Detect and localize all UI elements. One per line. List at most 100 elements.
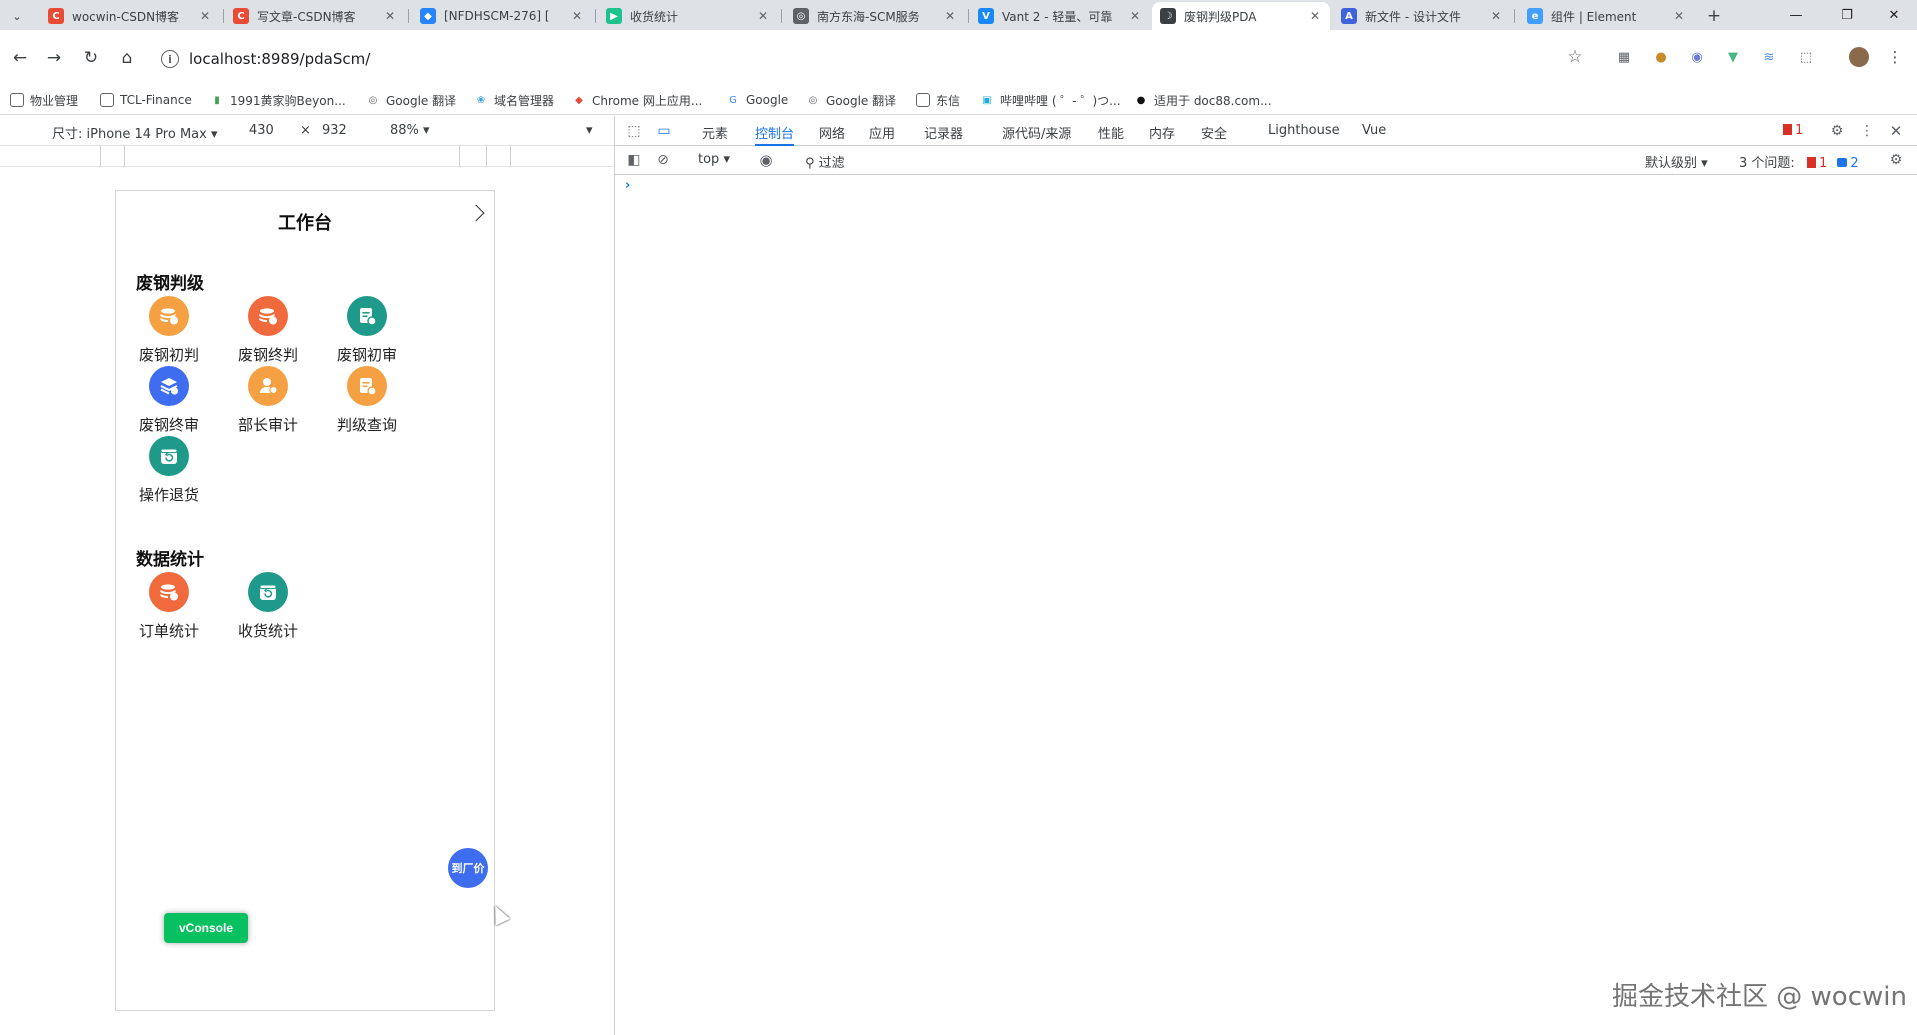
bookmark-item[interactable]: ▮ 1991黄家驹Beyon... <box>210 91 345 109</box>
device-height-input[interactable]: 932 <box>322 123 347 138</box>
watermark: 掘金技术社区 @ wocwin <box>1612 982 1907 1012</box>
grid-menu-item[interactable]: 废钢初判 <box>119 296 219 376</box>
return-box-icon <box>149 436 189 476</box>
bookmark-item[interactable]: ▣ 哔哩哔哩 ( ゜- ゜)つ... <box>980 91 1120 109</box>
browser-tab[interactable]: A 新文件 - 设计文件 ✕ <box>1333 2 1511 30</box>
bookmark-item[interactable]: 东信 <box>916 91 960 109</box>
tab-search-button[interactable]: ⌄ <box>6 5 28 27</box>
close-tab-icon[interactable]: ✕ <box>1128 9 1142 23</box>
grid-menu-item[interactable]: 部长审计 <box>218 366 318 446</box>
devtools-tab[interactable]: 记录器 <box>924 116 963 146</box>
bookmark-item[interactable]: ◆ Chrome 网上应用... <box>572 91 702 109</box>
bookmark-item[interactable]: TCL-Finance <box>100 91 192 109</box>
bookmark-item[interactable]: G Google <box>726 91 788 109</box>
device-width-input[interactable]: 430 <box>249 123 274 138</box>
grid-menu-item[interactable]: 订单统计 <box>119 572 219 652</box>
devtools-tab[interactable]: 内存 <box>1149 116 1175 146</box>
close-tab-icon[interactable]: ✕ <box>1489 9 1503 23</box>
browser-tab[interactable]: e 组件 | Element ✕ <box>1519 2 1694 30</box>
error-counter[interactable]: 1 <box>1783 116 1803 146</box>
context-select[interactable]: top ▾ <box>698 152 730 167</box>
extension-icon[interactable]: ● <box>1651 47 1671 67</box>
restore-button[interactable]: ❐ <box>1824 0 1870 30</box>
back-button[interactable]: ← <box>6 44 34 72</box>
console-output[interactable]: › <box>615 175 1917 1035</box>
issues-counter[interactable]: 3 个问题: 1 2 <box>1739 152 1859 171</box>
sidebar-toggle-icon[interactable]: ◧ <box>625 151 643 169</box>
browser-tab[interactable]: Cwocwin-CSDN博客 ✕ <box>40 2 220 30</box>
devtools-tab[interactable]: 网络 <box>819 116 845 146</box>
close-tab-icon[interactable]: ✕ <box>756 9 770 23</box>
minimize-button[interactable]: — <box>1773 0 1819 30</box>
close-tab-icon[interactable]: ✕ <box>1672 9 1686 23</box>
devtools-tab[interactable]: 应用 <box>869 116 895 146</box>
devtools-settings-icon[interactable]: ⚙ <box>1828 122 1846 140</box>
clear-console-icon[interactable]: ⊘ <box>654 151 672 169</box>
bookmark-item[interactable]: ◎ Google 翻译 <box>806 91 897 109</box>
browser-tab[interactable]: ◆ [NFDHSCM-276] [✕ <box>412 2 592 30</box>
devtools-more-icon[interactable]: ⋮ <box>1858 122 1876 140</box>
close-tab-icon[interactable]: ✕ <box>383 9 397 23</box>
stack-icon <box>149 366 189 406</box>
console-filter-input[interactable]: ⚲ 过滤 <box>805 152 845 171</box>
jira-icon: ◆ <box>420 8 436 24</box>
inspect-element-icon[interactable]: ⬚ <box>625 122 643 140</box>
device-more-dropdown[interactable]: ▾ <box>586 123 593 138</box>
factory-price-button[interactable]: 到厂价 <box>448 848 488 888</box>
browser-menu-icon[interactable]: ⋮ <box>1885 47 1905 67</box>
home-button[interactable]: ⌂ <box>113 44 141 72</box>
browser-tab[interactable]: ◎ 南方东海-SCM服务 ✕ <box>785 2 965 30</box>
close-tab-icon[interactable]: ✕ <box>943 9 957 23</box>
devtools-tab[interactable]: Lighthouse <box>1268 116 1340 146</box>
console-prompt[interactable]: › <box>625 178 630 193</box>
devtools-tab[interactable]: Vue <box>1362 116 1386 146</box>
new-tab-button[interactable]: + <box>1703 5 1725 27</box>
qr-extension-icon[interactable]: ▦ <box>1614 47 1634 67</box>
extensions-puzzle-icon[interactable]: ⬚ <box>1796 47 1816 67</box>
extension-icon[interactable]: ≋ <box>1759 47 1779 67</box>
console-settings-icon[interactable]: ⚙ <box>1887 151 1905 169</box>
grid-item-label: 废钢初判 <box>138 346 199 364</box>
browser-tab[interactable]: V Vant 2 - 轻量、可靠 ✕ <box>970 2 1150 30</box>
bookmark-star-icon[interactable]: ☆ <box>1565 47 1585 67</box>
bookmark-item[interactable]: 物业管理 <box>10 91 78 109</box>
profile-avatar[interactable] <box>1849 47 1869 67</box>
grid-menu-item[interactable]: 判级查询 <box>317 366 417 446</box>
devtools-tab[interactable]: 源代码/来源 <box>1002 116 1071 146</box>
bookmark-item[interactable]: ● 适用于 doc88.com... <box>1134 91 1272 109</box>
bookmark-item[interactable]: ◎ Google 翻译 <box>366 91 457 109</box>
browser-tab[interactable]: ☽ 废钢判级PDA ✕ <box>1152 2 1330 30</box>
grid-menu-item[interactable]: 收货统计 <box>218 572 318 652</box>
device-size-select[interactable]: 尺寸: iPhone 14 Pro Max ▾ <box>52 123 218 142</box>
forward-button[interactable]: → <box>40 44 68 72</box>
devtools-tab[interactable]: 性能 <box>1098 116 1124 146</box>
vconsole-button[interactable]: vConsole <box>164 913 248 943</box>
reload-button[interactable]: ↻ <box>77 44 105 72</box>
address-url[interactable]: localhost:8989/pdaScm/ <box>189 50 370 68</box>
globe-icon: ◎ <box>793 8 809 24</box>
close-tab-icon[interactable]: ✕ <box>198 9 212 23</box>
grid-menu-item[interactable]: 废钢初审 <box>317 296 417 376</box>
grid-menu-item[interactable]: 废钢终判 <box>218 296 318 376</box>
browser-tab[interactable]: ▶ 收货统计 ✕ <box>598 2 778 30</box>
live-expression-eye-icon[interactable]: ◉ <box>757 151 775 169</box>
close-tab-icon[interactable]: ✕ <box>1308 9 1322 23</box>
devtools-tab[interactable]: 控制台 <box>755 116 795 146</box>
zoom-select[interactable]: 88% ▾ <box>390 123 430 138</box>
bookmark-item[interactable]: ❀ 域名管理器 <box>474 91 554 109</box>
device-toggle-icon[interactable]: ▭ <box>655 122 673 140</box>
devtools-close-icon[interactable]: ✕ <box>1887 122 1905 140</box>
dimension-separator: × <box>300 123 311 138</box>
close-window-button[interactable]: ✕ <box>1871 0 1917 30</box>
close-tab-icon[interactable]: ✕ <box>570 9 584 23</box>
grid-menu-item[interactable]: 废钢终审 <box>119 366 219 446</box>
browser-tab[interactable]: C 写文章-CSDN博客 ✕ <box>225 2 405 30</box>
log-level-select[interactable]: 默认级别 ▾ <box>1645 152 1708 171</box>
vue-devtools-icon[interactable]: ▼ <box>1723 47 1743 67</box>
devtools-tab[interactable]: 安全 <box>1201 116 1227 146</box>
extension-icon[interactable]: ◉ <box>1687 47 1707 67</box>
devtools-tab[interactable]: 元素 <box>702 116 728 146</box>
grid-menu-item[interactable]: 操作退货 <box>119 436 219 516</box>
address-bar[interactable]: i localhost:8989/pdaScm/ <box>155 42 1585 76</box>
site-info-icon[interactable]: i <box>161 50 179 68</box>
